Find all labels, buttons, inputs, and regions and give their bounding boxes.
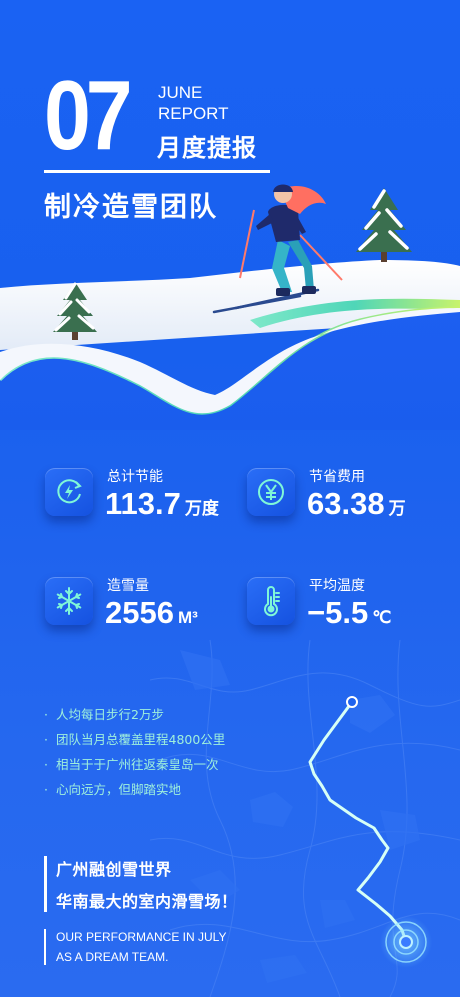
pine-tree-right: [356, 188, 412, 262]
venue-name: 广州融创雪世界: [56, 860, 172, 879]
stat-label: 节省费用: [309, 469, 365, 485]
stat-value: −5.5 ℃: [307, 595, 392, 630]
stat-label: 平均温度: [309, 578, 365, 594]
skiing-illustration: [0, 184, 460, 430]
stat-label: 造雪量: [107, 578, 149, 594]
yuan-coin-icon: [247, 468, 295, 516]
list-item: · 相当于于广州往返秦皇岛一次: [44, 757, 219, 772]
report-poster: 07 JUNE REPORT 月度捷报 制冷造雪团队 总计节能 113.7 万度…: [0, 0, 460, 997]
route-map-line: [308, 696, 432, 968]
stat-label: 总计节能: [107, 469, 163, 485]
stat-value: 63.38 万: [307, 486, 406, 521]
list-item: · 团队当月总覆盖里程4800公里: [44, 732, 226, 747]
report-word: REPORT: [158, 104, 229, 123]
list-item: · 人均每日步行2万步: [44, 707, 164, 722]
performance-accent-bar: [44, 929, 46, 965]
report-month: JUNE: [158, 83, 203, 102]
thermometer-icon: [247, 577, 295, 625]
issue-number: 07: [44, 60, 133, 170]
venue-tagline: 华南最大的室内滑雪场！: [56, 892, 238, 911]
performance-line-1: OUR PERFORMANCE IN JULY: [56, 930, 227, 944]
route-end-point: [399, 935, 413, 949]
route-start-point: [346, 696, 358, 708]
stat-value: 113.7 万度: [105, 486, 219, 521]
snowflake-icon: [45, 577, 93, 625]
report-label-en: JUNE REPORT: [158, 82, 229, 124]
list-item: · 心向远方，但脚踏实地: [44, 782, 182, 797]
report-title-cn: 月度捷报: [157, 134, 257, 162]
stat-value: 2556 M³: [105, 595, 198, 630]
performance-line-2: AS A DREAM TEAM.: [56, 950, 169, 964]
bullet-list: · 人均每日步行2万步 · 团队当月总覆盖里程4800公里 · 相当于于广州往返秦皇岛…: [44, 702, 225, 802]
energy-recycle-icon: [45, 468, 93, 516]
venue-accent-bar: [44, 856, 47, 912]
